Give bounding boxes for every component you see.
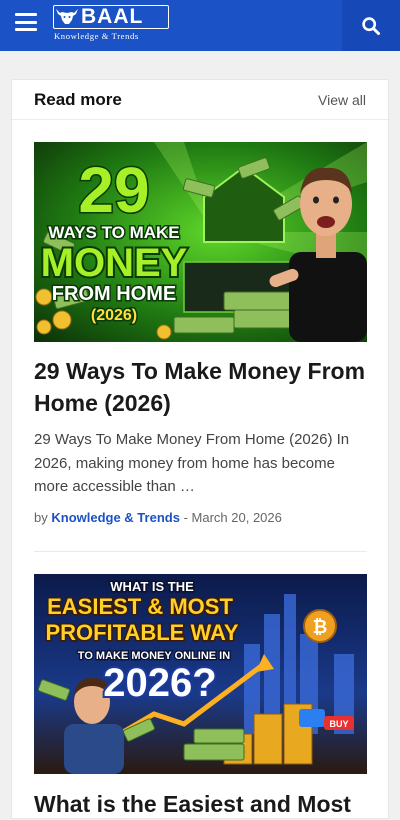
post-date: March 20, 2026 xyxy=(191,510,282,525)
buy-badge: BUY xyxy=(329,719,348,729)
meta-separator: - xyxy=(183,510,188,525)
logo-tagline: Knowledge & Trends xyxy=(54,31,139,41)
view-all-link[interactable]: View all xyxy=(318,92,366,108)
post-title[interactable]: 29 Ways To Make Money From Home (2026) xyxy=(34,355,369,419)
hamburger-menu-icon[interactable] xyxy=(15,13,37,33)
post-divider xyxy=(34,551,367,552)
section-header: Read more View all xyxy=(12,80,388,120)
meta-by: by xyxy=(34,510,48,525)
post-excerpt: 29 Ways To Make Money From Home (2026) I… xyxy=(34,431,350,495)
logo-name: BAAL xyxy=(81,5,144,28)
svg-text:EASIEST & MOST: EASIEST & MOST xyxy=(47,594,233,619)
svg-text:WHAT IS THE: WHAT IS THE xyxy=(110,579,194,594)
money-from-home-thumbnail-image: 29 WAYS TO MAKE MONEY FROM HOME (2026) xyxy=(34,142,367,342)
post-meta: by Knowledge & Trends - March 20, 2026 xyxy=(34,510,282,525)
bitcoin-icon: ₿ xyxy=(313,617,328,637)
search-icon xyxy=(362,16,380,35)
bull-logo-icon xyxy=(56,9,78,24)
top-navigation-bar: BAAL Knowledge & Trends xyxy=(0,0,400,51)
search-button[interactable] xyxy=(342,0,400,51)
post-thumbnail[interactable]: 29 WAYS TO MAKE MONEY FROM HOME (2026) xyxy=(34,142,367,342)
svg-text:2026?: 2026? xyxy=(103,661,216,705)
author-link[interactable]: Knowledge & Trends xyxy=(51,510,180,525)
section-title: Read more xyxy=(34,90,122,109)
site-logo[interactable]: BAAL Knowledge & Trends xyxy=(53,5,173,43)
svg-text:(2026): (2026) xyxy=(91,307,137,324)
post-thumbnail[interactable]: ₿ BUY WHAT IS THE EASIEST & MOST PROFITA… xyxy=(34,574,367,774)
svg-text:MONEY: MONEY xyxy=(41,241,188,285)
easiest-way-thumbnail-image: ₿ BUY WHAT IS THE EASIEST & MOST PROFITA… xyxy=(34,574,367,774)
svg-text:PROFITABLE WAY: PROFITABLE WAY xyxy=(45,620,238,645)
thumb-number: 29 xyxy=(78,154,149,226)
read-more-section: Read more View all 29 WAYS TO MAKE MONEY… xyxy=(11,79,389,819)
post-title[interactable]: What is the Easiest and Most xyxy=(34,788,369,820)
svg-text:FROM HOME: FROM HOME xyxy=(52,283,176,305)
svg-text:WAYS TO MAKE: WAYS TO MAKE xyxy=(48,223,179,242)
